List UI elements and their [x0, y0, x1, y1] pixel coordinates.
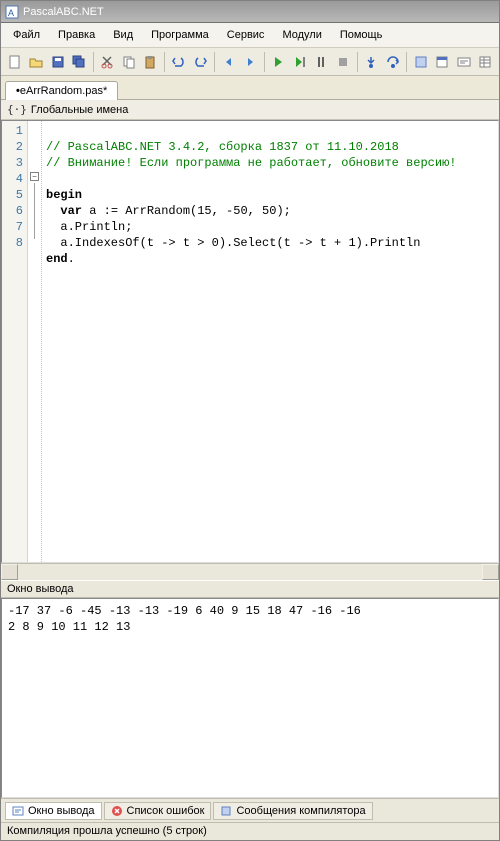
- run-no-debug-icon[interactable]: [290, 51, 309, 73]
- svg-text:A: A: [8, 8, 14, 18]
- output-window-icon[interactable]: [454, 51, 473, 73]
- globals-bar[interactable]: {·} Глобальные имена: [1, 100, 499, 120]
- menubar: Файл Правка Вид Программа Сервис Модули …: [1, 23, 499, 48]
- bottom-tab-output[interactable]: Окно вывода: [5, 802, 102, 820]
- code-line: // PascalABC.NET 3.4.2, сборка 1837 от 1…: [46, 140, 399, 154]
- bottom-tab-compiler[interactable]: Сообщения компилятора: [213, 802, 372, 820]
- document-tabs: •eArrRandom.pas*: [1, 76, 499, 100]
- fold-line: [34, 183, 35, 239]
- debug-icon[interactable]: [312, 51, 331, 73]
- errors-tab-icon: [111, 805, 123, 817]
- fold-toggle-icon[interactable]: −: [30, 172, 39, 181]
- output-panel-title: Окно вывода: [1, 580, 499, 598]
- menu-service[interactable]: Сервис: [219, 26, 273, 44]
- app-icon: A: [5, 5, 19, 19]
- scroll-left-icon[interactable]: [1, 564, 18, 580]
- new-file-icon[interactable]: [5, 51, 24, 73]
- menu-view[interactable]: Вид: [105, 26, 141, 44]
- horizontal-scrollbar[interactable]: [1, 563, 499, 580]
- open-icon[interactable]: [26, 51, 45, 73]
- output-panel[interactable]: -17 37 -6 -45 -13 -13 -19 6 40 9 15 18 4…: [1, 598, 499, 798]
- code-line: a := ArrRandom(15, -50, 50);: [82, 204, 291, 218]
- code-line: a.IndexesOf(t -> t > 0).Select(t -> t + …: [46, 236, 420, 250]
- toolbar-separator: [406, 52, 407, 72]
- save-all-icon[interactable]: [69, 51, 88, 73]
- code-keyword: begin: [46, 188, 82, 202]
- module-icon[interactable]: [411, 51, 430, 73]
- scroll-track[interactable]: [18, 564, 482, 580]
- compiler-tab-icon: [220, 805, 232, 817]
- toolbar-separator: [164, 52, 165, 72]
- code-keyword: end: [46, 252, 68, 266]
- code-editor[interactable]: 1 2 3 4 5 6 7 8 − // PascalABC.NET 3.4.2…: [1, 120, 499, 563]
- nav-fwd-icon[interactable]: [240, 51, 259, 73]
- menu-program[interactable]: Программа: [143, 26, 217, 44]
- run-icon[interactable]: [269, 51, 288, 73]
- code-keyword: var: [60, 204, 82, 218]
- step-into-icon[interactable]: [361, 51, 380, 73]
- statusbar: Компиляция прошла успешно (5 строк): [1, 822, 499, 840]
- redo-icon[interactable]: [191, 51, 210, 73]
- menu-file[interactable]: Файл: [5, 26, 48, 44]
- cut-icon[interactable]: [98, 51, 117, 73]
- step-over-icon[interactable]: [383, 51, 402, 73]
- code-line: a.Println;: [46, 220, 132, 234]
- line-gutter: 1 2 3 4 5 6 7 8: [2, 121, 28, 562]
- toolbar: [1, 48, 499, 76]
- scroll-right-icon[interactable]: [482, 564, 499, 580]
- fold-column: −: [28, 121, 42, 562]
- menu-edit[interactable]: Правка: [50, 26, 103, 44]
- bottom-tabs: Окно вывода Список ошибок Сообщения комп…: [1, 798, 499, 822]
- output-line: -17 37 -6 -45 -13 -13 -19 6 40 9 15 18 4…: [8, 603, 492, 619]
- form-icon[interactable]: [433, 51, 452, 73]
- paste-icon[interactable]: [141, 51, 160, 73]
- undo-icon[interactable]: [169, 51, 188, 73]
- globals-label: Глобальные имена: [31, 104, 129, 116]
- brace-icon: {·}: [7, 103, 27, 116]
- toolbar-separator: [357, 52, 358, 72]
- bottom-tab-errors[interactable]: Список ошибок: [104, 802, 212, 820]
- copy-icon[interactable]: [119, 51, 138, 73]
- tab-label: eArrRandom.pas*: [20, 85, 107, 97]
- output-line: 2 8 9 10 11 12 13: [8, 619, 492, 635]
- app-title: PascalABC.NET: [23, 6, 104, 18]
- stop-icon[interactable]: [333, 51, 352, 73]
- save-icon[interactable]: [48, 51, 67, 73]
- status-text: Компиляция прошла успешно (5 строк): [7, 825, 207, 837]
- props-icon[interactable]: [476, 51, 495, 73]
- code-area[interactable]: // PascalABC.NET 3.4.2, сборка 1837 от 1…: [42, 121, 498, 562]
- code-line: // Внимание! Если программа не работает,…: [46, 156, 456, 170]
- titlebar: A PascalABC.NET: [1, 1, 499, 23]
- toolbar-separator: [214, 52, 215, 72]
- menu-help[interactable]: Помощь: [332, 26, 391, 44]
- tab-current-file[interactable]: •eArrRandom.pas*: [5, 81, 118, 100]
- nav-back-icon[interactable]: [219, 51, 238, 73]
- menu-modules[interactable]: Модули: [274, 26, 329, 44]
- toolbar-separator: [93, 52, 94, 72]
- output-tab-icon: [12, 805, 24, 817]
- toolbar-separator: [264, 52, 265, 72]
